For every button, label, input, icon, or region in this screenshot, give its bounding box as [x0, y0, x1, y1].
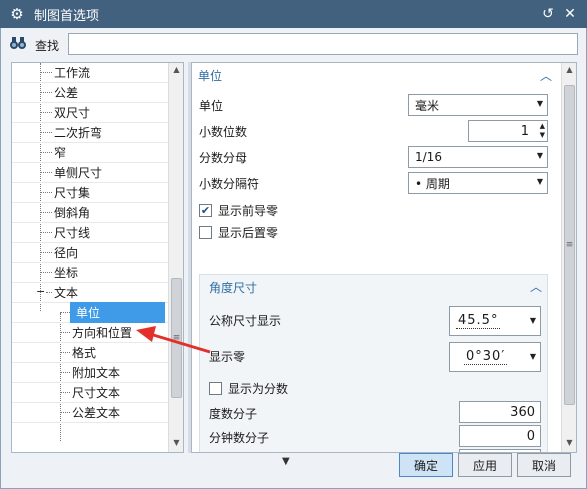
apply-button[interactable]: 应用 [458, 453, 512, 477]
decimal-separator-dropdown[interactable]: • 周期 ▼ [408, 172, 548, 194]
collapse-icon[interactable]: ︿ [530, 278, 542, 295]
decimal-separator-label: 小数分隔符 [199, 176, 260, 191]
scroll-down-icon[interactable]: ▼ [562, 438, 576, 447]
show-trailing-zeros-option[interactable]: 显示后置零 [199, 222, 278, 242]
fraction-denominator-label: 分数分母 [199, 150, 248, 165]
show-leading-zeros-option[interactable]: ✔ 显示前导零 [199, 200, 278, 220]
tree-item[interactable]: 倒斜角 [12, 203, 169, 223]
title-bar: ⚙ 制图首选项 ↺ ✕ [0, 0, 587, 28]
search-label: 查找 [35, 38, 60, 53]
panel-scrollbar[interactable]: ▲ ≡ ▼ [561, 63, 576, 452]
tree-item[interactable]: 尺寸线 [12, 223, 169, 243]
search-input[interactable] [68, 33, 578, 55]
tree-item[interactable]: 附加文本 [12, 363, 169, 383]
nominal-display-label: 公称尺寸显示 [209, 313, 282, 328]
checkbox-unchecked[interactable] [209, 381, 222, 395]
minute-numerator-label: 分钟数分子 [209, 430, 270, 445]
chevron-down-icon: ▼ [536, 99, 543, 108]
scroll-up-icon[interactable]: ▲ [562, 65, 576, 74]
checkbox-checked[interactable]: ✔ [199, 203, 212, 217]
tree-item[interactable]: 尺寸文本 [12, 383, 169, 403]
binoculars-icon [9, 36, 31, 54]
unit-dropdown[interactable]: 毫米 ▼ [408, 94, 548, 116]
reset-icon[interactable]: ↺ [537, 6, 559, 22]
section-header-unit[interactable]: 单位 [198, 63, 222, 87]
tree-item[interactable]: 公差 [12, 83, 169, 103]
tree-item-text[interactable]: − 文本 [12, 283, 169, 303]
tree-scrollbar[interactable]: ▲ ≡ ▼ [168, 63, 183, 452]
tree-item[interactable]: 坐标 [12, 263, 169, 283]
minute-numerator-input[interactable]: 0 [459, 425, 541, 447]
angle-dimension-section: 角度尺寸 ︿ 公称尺寸显示 45.5° ▼ 显示零 0°30′ ▼ 显示为分数 … [199, 274, 548, 452]
tree-item[interactable]: 窄 [12, 143, 169, 163]
section-header-angle[interactable]: 角度尺寸 [209, 275, 257, 299]
close-icon[interactable]: ✕ [559, 6, 581, 22]
unit-label: 单位 [199, 98, 224, 113]
window-title: 制图首选项 [34, 8, 100, 24]
show-as-fraction-option[interactable]: 显示为分数 [209, 378, 288, 398]
degree-numerator-input[interactable]: 360 [459, 401, 541, 423]
show-zero-label: 显示零 [209, 349, 246, 364]
scroll-thumb[interactable]: ≡ [564, 85, 575, 405]
tree-item[interactable]: 公差文本 [12, 403, 169, 423]
preferences-tree: 工作流 公差 双尺寸 二次折弯 窄 单侧尺寸 尺寸集 倒斜角 尺寸线 径向 坐标… [11, 62, 184, 453]
chevron-down-icon: ▼ [536, 151, 543, 160]
tree-item[interactable]: 单侧尺寸 [12, 163, 169, 183]
expand-dialog-icon[interactable]: ▼ [282, 456, 290, 467]
settings-panel: 单位 ︿ 单位 毫米 ▼ 小数位数 1 ▲ ▼ 分数分母 1/16 ▼ 小数分隔符… [191, 62, 577, 453]
search-row: 查找 [9, 34, 59, 56]
cancel-button[interactable]: 取消 [517, 453, 571, 477]
tree-item[interactable]: 工作流 [12, 63, 169, 83]
chevron-down-icon: ▼ [529, 316, 536, 325]
section-title: 单位 [198, 68, 223, 83]
chevron-down-icon: ▼ [529, 352, 536, 361]
section-title: 角度尺寸 [209, 280, 258, 295]
gear-icon: ⚙ [10, 5, 24, 23]
decimal-places-label: 小数位数 [199, 124, 248, 139]
degree-numerator-label: 度数分子 [209, 406, 258, 421]
collapse-icon[interactable]: ︿ [540, 67, 552, 84]
fraction-denominator-dropdown[interactable]: 1/16 ▼ [408, 146, 548, 168]
scroll-up-icon[interactable]: ▲ [169, 65, 183, 74]
tree-item[interactable]: 二次折弯 [12, 123, 169, 143]
tree-item[interactable]: 方向和位置 [12, 323, 169, 343]
decimal-places-spinner[interactable]: 1 ▲ ▼ [468, 120, 548, 142]
spinner-arrows-icon[interactable]: ▲ ▼ [540, 122, 545, 140]
tree-item[interactable]: 径向 [12, 243, 169, 263]
nominal-display-dropdown[interactable]: 45.5° ▼ [449, 306, 541, 336]
scroll-thumb[interactable]: ≡ [171, 278, 182, 398]
scroll-down-icon[interactable]: ▼ [169, 438, 183, 447]
collapse-toggle[interactable]: − [36, 285, 45, 298]
dialog-body: 查找 工作流 公差 双尺寸 二次折弯 窄 单侧尺寸 尺寸集 倒斜角 尺寸线 径向… [0, 28, 587, 489]
checkbox-unchecked[interactable] [199, 225, 212, 239]
tree-item[interactable]: 尺寸集 [12, 183, 169, 203]
tree-item[interactable]: 双尺寸 [12, 103, 169, 123]
tree-item-unit[interactable]: 单位 [12, 302, 169, 323]
ok-button[interactable]: 确定 [399, 453, 453, 477]
chevron-down-icon: ▼ [536, 177, 543, 186]
tree-item[interactable]: 格式 [12, 343, 169, 363]
show-zero-dropdown[interactable]: 0°30′ ▼ [449, 342, 541, 372]
